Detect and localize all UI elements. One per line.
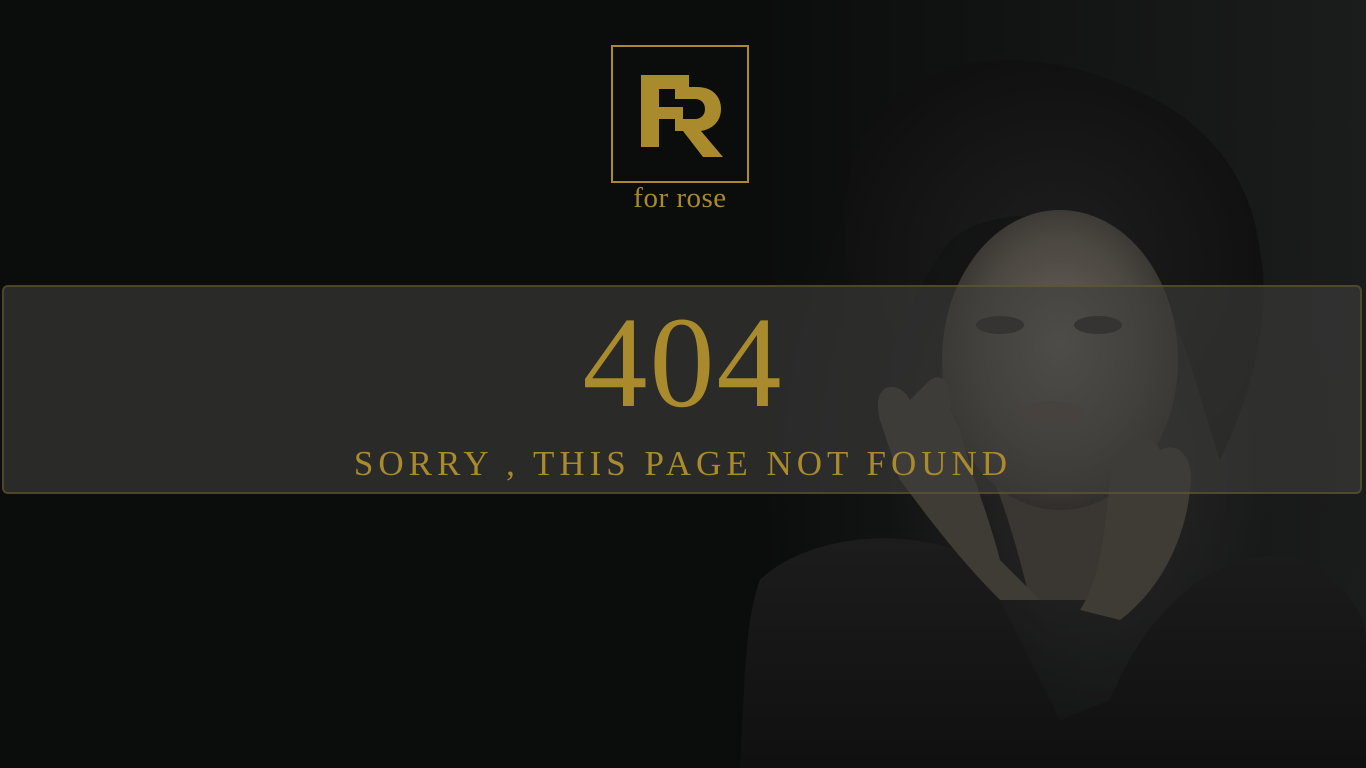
error-message: SORRY , THIS PAGE NOT FOUND [353, 444, 1013, 483]
fr-monogram-icon [641, 75, 723, 157]
brand-name: for rose [633, 182, 727, 214]
error-code: 404 [582, 291, 784, 435]
brand-logo[interactable]: for rose [611, 45, 751, 215]
logo-frame [611, 45, 749, 183]
